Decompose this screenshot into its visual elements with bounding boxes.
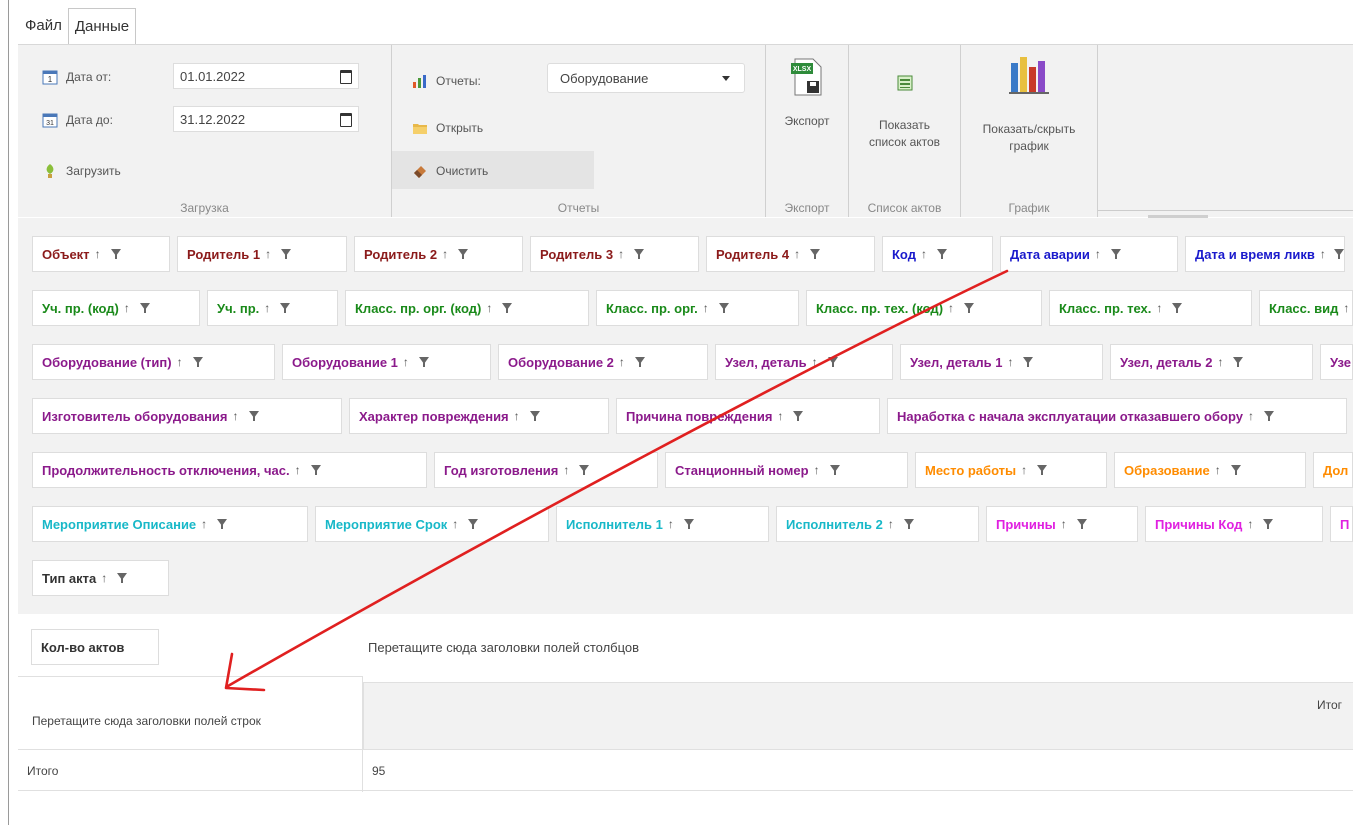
red-arrow-annotation: [224, 269, 1009, 692]
